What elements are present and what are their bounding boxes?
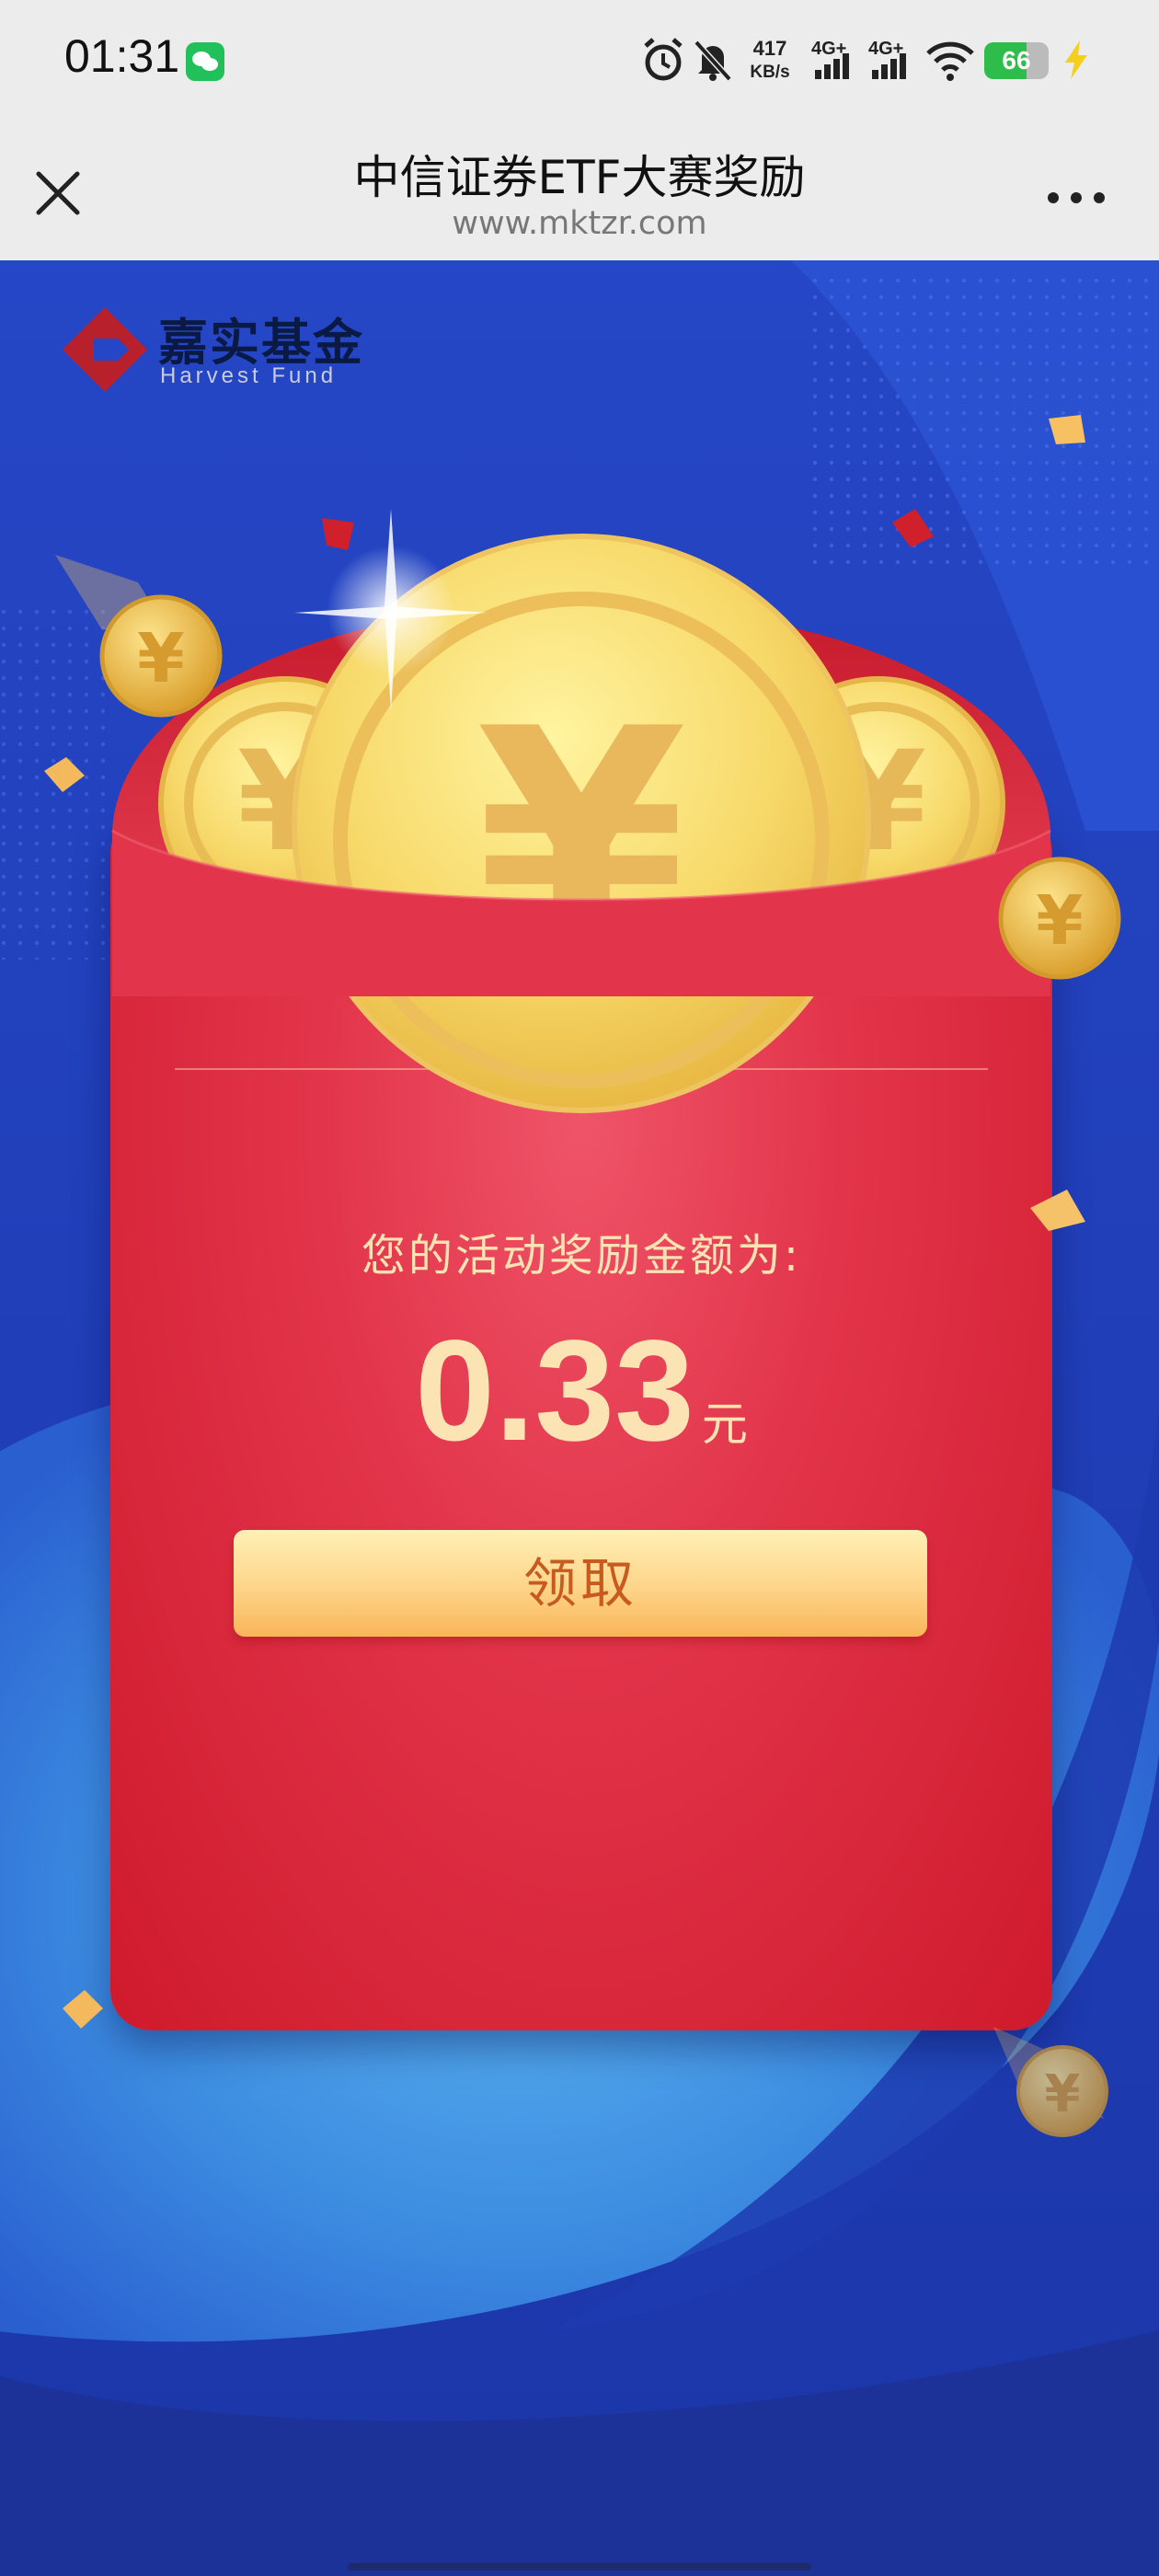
browser-title-bar: 中信证券ETF大赛奖励 www.mktzr.com xyxy=(0,124,1159,260)
mute-bell-icon xyxy=(694,40,732,82)
home-indicator[interactable] xyxy=(348,2563,811,2570)
coin-symbol: ¥ xyxy=(137,619,185,698)
wechat-icon xyxy=(186,42,224,81)
coin-symbol: ¥ xyxy=(1036,881,1084,960)
confetti xyxy=(1030,1190,1085,1231)
signal-icon: 4G+ xyxy=(866,39,918,83)
floating-coin-icon: ¥ xyxy=(998,857,1121,980)
floating-coin-icon: ¥ xyxy=(993,2027,1108,2137)
charging-bolt-icon xyxy=(1065,40,1087,79)
network-speed: 417 KB/s xyxy=(743,37,797,85)
alarm-icon xyxy=(644,38,683,81)
page-title: 中信证券ETF大赛奖励 xyxy=(353,151,806,204)
status-time: 01:31 xyxy=(64,30,180,82)
more-dots-icon[interactable] xyxy=(1039,170,1113,225)
page-url: www.mktzr.com xyxy=(452,205,707,242)
network-speed-unit: KB/s xyxy=(750,63,790,82)
confetti xyxy=(63,1990,103,2029)
confetti xyxy=(1049,415,1085,444)
signal-icon: 4G+ xyxy=(809,39,861,83)
reward-page: 嘉实基金 Harvest Fund 您的活动奖励金额为: 0.33 元 领取 ¥… xyxy=(0,260,1159,2576)
confetti xyxy=(44,757,85,792)
signal-type-label: 4G+ xyxy=(811,39,847,59)
floating-coin-icon: ¥ xyxy=(55,555,223,718)
signal-type-label: 4G+ xyxy=(868,39,904,59)
battery-indicator: 66 xyxy=(984,42,1049,79)
close-icon[interactable] xyxy=(26,161,90,225)
coin-symbol: ¥ xyxy=(1045,2064,1081,2124)
wifi-icon xyxy=(926,41,974,81)
coin-decorations: ¥ ¥ ¥ ¥ ¥ ¥ xyxy=(44,415,1121,2137)
network-speed-value: 417 xyxy=(752,37,787,60)
battery-level: 66 xyxy=(1002,46,1031,75)
confetti xyxy=(892,509,934,547)
status-bar: 01:31 417 KB/s 4G+ 4G+ 66 xyxy=(0,0,1159,124)
confetti xyxy=(322,518,354,550)
